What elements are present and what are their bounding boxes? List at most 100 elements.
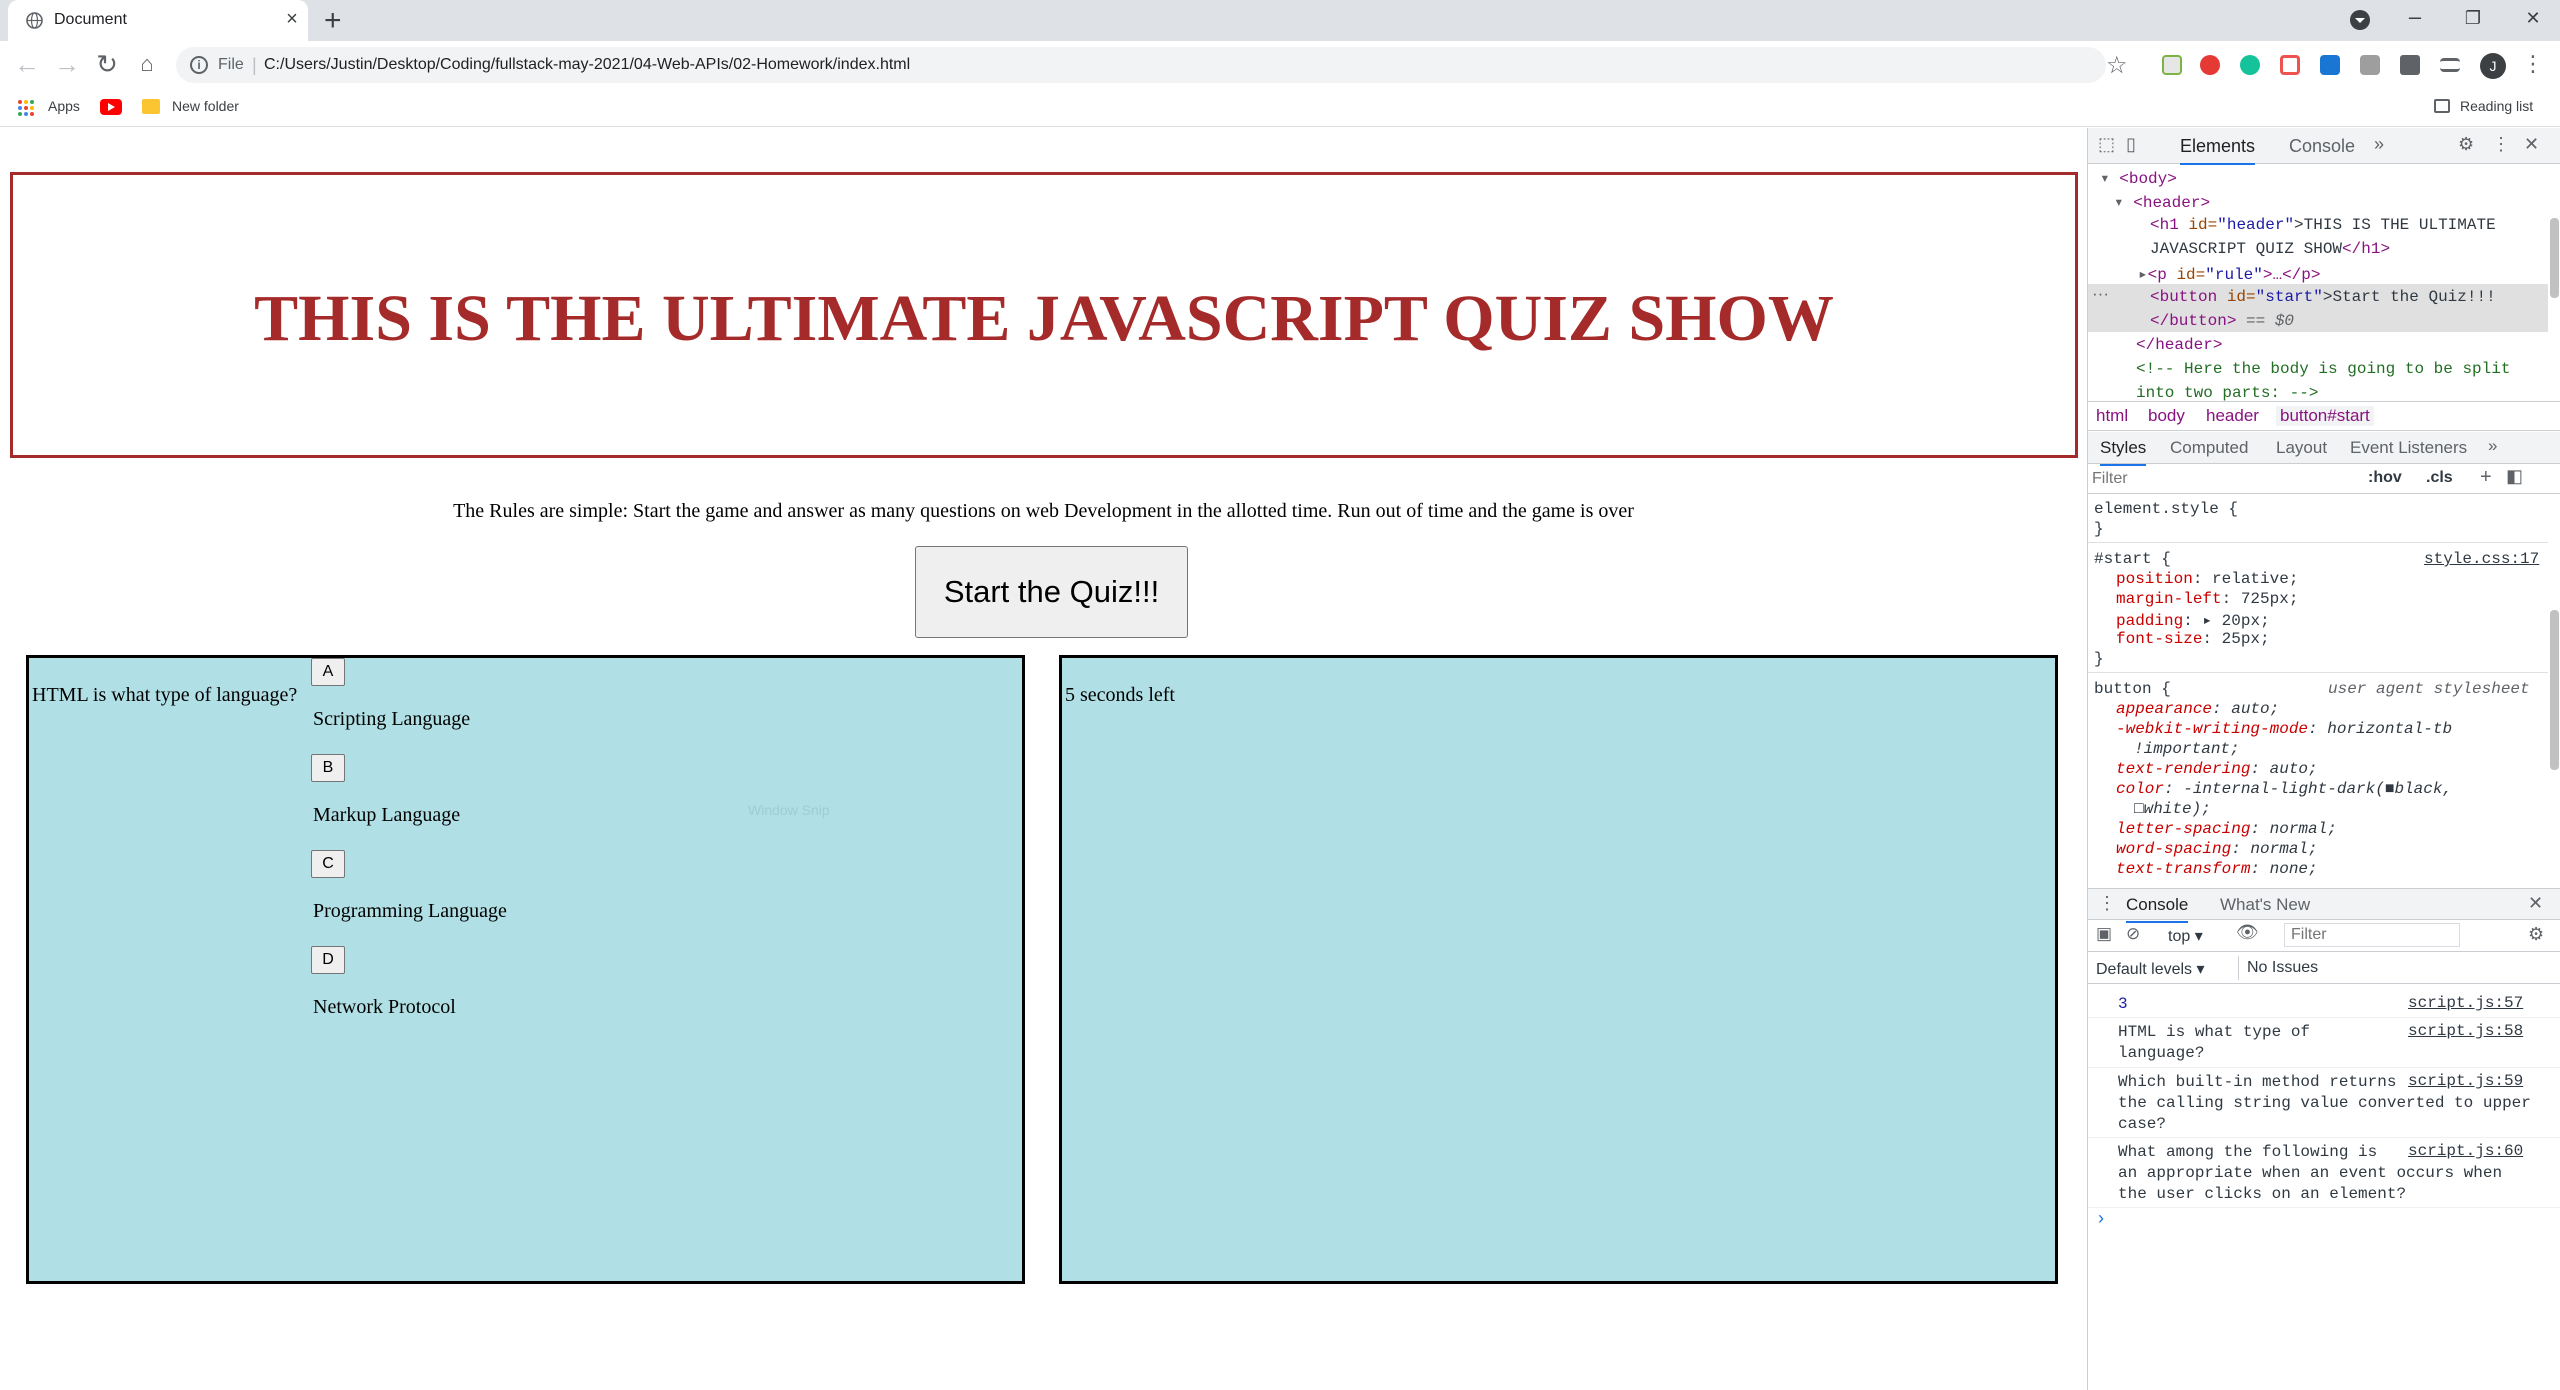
restore-button[interactable]: ❐ bbox=[2448, 8, 2498, 29]
start-quiz-button[interactable]: Start the Quiz!!! bbox=[915, 546, 1188, 638]
forward-arrow-icon[interactable]: → bbox=[52, 49, 82, 80]
extensions-puzzle-icon[interactable] bbox=[2400, 55, 2420, 75]
breadcrumb-button-start[interactable]: button#start bbox=[2276, 406, 2374, 426]
dom-line-comment-cont[interactable]: into two parts: --> bbox=[2136, 384, 2318, 402]
settings-gear-icon[interactable]: ⚙ bbox=[2458, 134, 2474, 155]
chrome-menu-icon[interactable]: ⋮ bbox=[2522, 51, 2544, 77]
console-settings-gear-icon[interactable]: ⚙ bbox=[2528, 924, 2544, 945]
cls-toggle[interactable]: .cls bbox=[2426, 469, 2453, 487]
breadcrumb-header[interactable]: header bbox=[2206, 406, 2259, 426]
dom-line-button[interactable]: <button id="start">Start the Quiz!!! bbox=[2150, 288, 2496, 306]
dom-line-p[interactable]: ▸<p id="rule">…</p> bbox=[2138, 264, 2320, 284]
collapse-triangle-icon[interactable]: ▾ bbox=[2114, 194, 2124, 212]
expand-triangle-icon[interactable]: ▸ bbox=[2138, 266, 2148, 284]
devtools-close-icon[interactable]: ✕ bbox=[2524, 134, 2539, 155]
address-url[interactable]: C:/Users/Justin/Desktop/Coding/fullstack… bbox=[264, 56, 910, 74]
breadcrumb-body[interactable]: body bbox=[2148, 406, 2185, 426]
bookmark-new-folder[interactable]: New folder bbox=[172, 98, 239, 114]
extension-doc-icon[interactable] bbox=[2360, 55, 2380, 75]
element-style-selector[interactable]: element.style { bbox=[2094, 500, 2238, 518]
log-levels-dropdown[interactable]: Default levels ▾ bbox=[2096, 959, 2205, 979]
answer-c-button[interactable]: C bbox=[311, 850, 345, 878]
back-arrow-icon[interactable]: ← bbox=[12, 49, 42, 80]
youtube-icon[interactable] bbox=[100, 99, 122, 115]
dom-line-comment[interactable]: <!-- Here the body is going to be split bbox=[2136, 360, 2510, 378]
address-bar[interactable]: i File | C:/Users/Justin/Desktop/Coding/… bbox=[176, 47, 2128, 83]
inspect-element-icon[interactable]: ⬚ bbox=[2098, 134, 2115, 155]
dom-scrollbar[interactable] bbox=[2550, 218, 2559, 298]
bookmark-apps[interactable]: Apps bbox=[48, 98, 80, 114]
css-prop-value: normal; bbox=[2250, 840, 2318, 858]
folder-icon[interactable] bbox=[142, 99, 160, 114]
extension-icon[interactable] bbox=[2162, 55, 2182, 75]
browser-tab-active[interactable]: Document × bbox=[8, 0, 308, 41]
minimize-button[interactable]: – bbox=[2390, 4, 2440, 30]
drawer-tab-console[interactable]: Console bbox=[2126, 895, 2189, 923]
new-rule-icon[interactable]: + bbox=[2480, 466, 2492, 489]
tab-more[interactable]: » bbox=[2374, 134, 2384, 155]
context-selector[interactable]: top ▾ bbox=[2168, 926, 2203, 946]
extension-arrow-icon[interactable] bbox=[2280, 55, 2300, 75]
drawer-menu-icon[interactable]: ⋮ bbox=[2098, 893, 2116, 914]
tab-console[interactable]: Console bbox=[2289, 136, 2355, 157]
issues-button[interactable]: No Issues bbox=[2238, 956, 2326, 980]
start-rule-source[interactable]: style.css:17 bbox=[2424, 550, 2539, 568]
tab-styles-more[interactable]: » bbox=[2488, 436, 2497, 456]
console-sidebar-icon[interactable]: ▣ bbox=[2096, 924, 2112, 944]
tab-layout[interactable]: Layout bbox=[2276, 438, 2327, 458]
answer-d-button[interactable]: D bbox=[311, 946, 345, 974]
styles-scrollbar[interactable] bbox=[2550, 610, 2559, 770]
css-prop-font-size[interactable]: font-size: 25px; bbox=[2116, 630, 2270, 648]
bookmark-star-icon[interactable]: ☆ bbox=[2106, 51, 2128, 80]
grammarly-icon[interactable] bbox=[2240, 55, 2260, 75]
profile-avatar[interactable]: J bbox=[2480, 53, 2506, 79]
tab-computed[interactable]: Computed bbox=[2170, 438, 2248, 458]
breadcrumb-html[interactable]: html bbox=[2096, 406, 2128, 426]
console-filter-input[interactable] bbox=[2284, 923, 2460, 947]
answer-a-button[interactable]: A bbox=[311, 658, 345, 686]
tab-search-icon[interactable] bbox=[2350, 10, 2370, 30]
tab-elements[interactable]: Elements bbox=[2180, 136, 2256, 165]
styles-filter-input[interactable] bbox=[2092, 467, 2352, 491]
reading-list-button[interactable]: Reading list bbox=[2434, 98, 2533, 114]
dom-line-header-close[interactable]: </header> bbox=[2136, 336, 2222, 354]
media-control-icon[interactable] bbox=[2440, 58, 2460, 72]
tab-styles[interactable]: Styles bbox=[2100, 438, 2147, 466]
console-message-source[interactable]: script.js:60 bbox=[2408, 1142, 2523, 1160]
console-message-source[interactable]: script.js:57 bbox=[2408, 994, 2523, 1012]
info-icon[interactable]: i bbox=[190, 56, 208, 74]
device-toolbar-icon[interactable]: ▯ bbox=[2126, 134, 2136, 155]
dom-line-h1-cont[interactable]: JAVASCRIPT QUIZ SHOW</h1> bbox=[2150, 240, 2390, 258]
hov-toggle[interactable]: :hov bbox=[2368, 469, 2402, 487]
start-rule-selector[interactable]: #start { bbox=[2094, 550, 2171, 568]
console-message-source[interactable]: script.js:59 bbox=[2408, 1072, 2523, 1090]
dom-ellipsis-icon[interactable]: ··· bbox=[2092, 284, 2109, 304]
tab-close-icon[interactable]: × bbox=[280, 8, 304, 31]
dom-line-header[interactable]: ▾ <header> bbox=[2114, 192, 2210, 212]
collapse-triangle-icon[interactable]: ▾ bbox=[2100, 170, 2110, 188]
extension-square-icon[interactable] bbox=[2320, 55, 2340, 75]
button-rule-selector[interactable]: button { bbox=[2094, 680, 2171, 698]
reload-icon[interactable]: ↻ bbox=[92, 49, 122, 80]
answer-b-button[interactable]: B bbox=[311, 754, 345, 782]
drawer-close-icon[interactable]: ✕ bbox=[2528, 893, 2543, 914]
console-message-source[interactable]: script.js:58 bbox=[2408, 1022, 2523, 1040]
console-prompt[interactable]: › bbox=[2098, 1208, 2104, 1229]
tab-event-listeners[interactable]: Event Listeners bbox=[2350, 438, 2467, 458]
window-close-button[interactable]: ✕ bbox=[2508, 8, 2558, 29]
apps-grid-icon[interactable] bbox=[18, 100, 34, 116]
home-icon[interactable]: ⌂ bbox=[132, 51, 162, 77]
dom-line-body[interactable]: ▾ <body> bbox=[2100, 168, 2177, 188]
live-expression-eye-icon[interactable]: 👁 bbox=[2236, 922, 2259, 943]
new-tab-button[interactable]: + bbox=[324, 4, 342, 38]
clear-console-icon[interactable]: ⊘ bbox=[2126, 924, 2140, 944]
adblock-icon[interactable] bbox=[2200, 55, 2220, 75]
dom-line-h1[interactable]: <h1 id="header">THIS IS THE ULTIMATE bbox=[2150, 216, 2496, 234]
drawer-tab-whats-new[interactable]: What's New bbox=[2220, 895, 2310, 915]
toggle-sidebar-icon[interactable]: ◧ bbox=[2506, 466, 2523, 487]
css-prop-margin-left[interactable]: margin-left: 725px; bbox=[2116, 590, 2298, 608]
css-prop-position[interactable]: position: relative; bbox=[2116, 570, 2298, 588]
css-prop-padding[interactable]: padding: ▸ 20px; bbox=[2116, 610, 2270, 630]
dom-line-button-close[interactable]: </button> == $0 bbox=[2150, 312, 2294, 330]
devtools-menu-icon[interactable]: ⋮ bbox=[2492, 134, 2510, 155]
